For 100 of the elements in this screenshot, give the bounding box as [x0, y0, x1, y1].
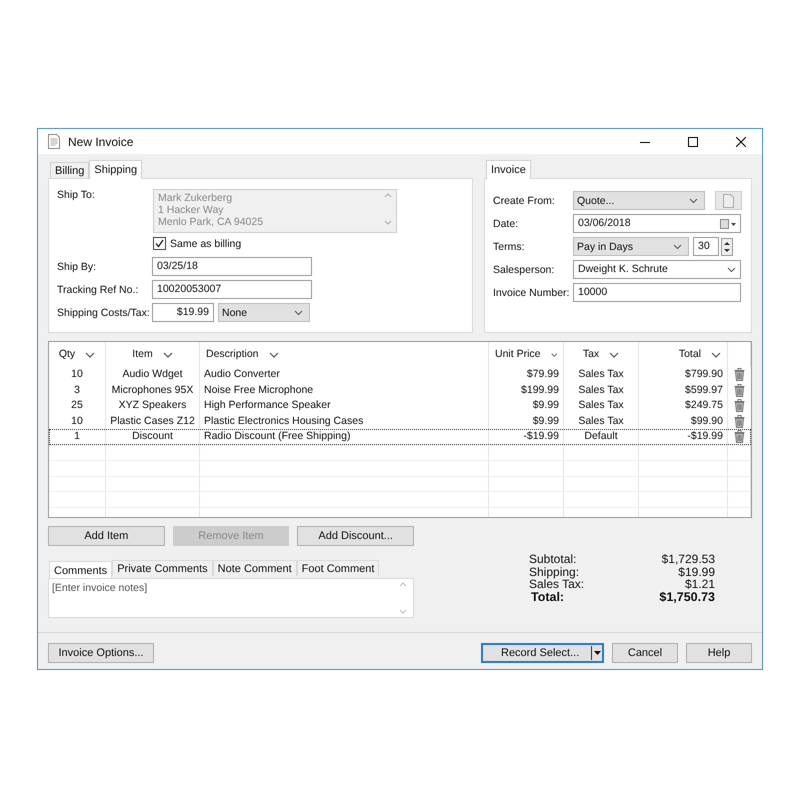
- tab[interactable]: Invoice: [486, 160, 531, 179]
- total-value: $19.99: [678, 566, 715, 578]
- table-cell: High Performance Speaker: [204, 399, 331, 411]
- field-label: Salesperson:: [493, 264, 556, 276]
- trash-icon[interactable]: [734, 414, 745, 428]
- column-header[interactable]: Unit Price: [489, 342, 564, 367]
- tax-dropdown[interactable]: None: [218, 303, 310, 322]
- table-cell: -$19.99: [687, 430, 723, 442]
- caret-icon: [550, 352, 557, 358]
- days-field[interactable]: 30: [693, 237, 719, 256]
- scroll-arrows-icon: [399, 581, 407, 615]
- caret-icon: [727, 266, 736, 272]
- table-row[interactable]: 10 Plastic Cases Z12 Plastic Electronics Housing Cases $9.99 Sales Tax $99.90: [49, 414, 751, 429]
- table-cell: $249.75: [685, 399, 723, 411]
- notes-field[interactable]: [Enter invoice notes]: [48, 578, 414, 618]
- table-cell: Radio Discount (Free Shipping): [204, 430, 350, 442]
- document-icon: [48, 134, 60, 149]
- checkbox-label: Same as billing: [170, 238, 242, 250]
- table-cell: Default: [584, 430, 618, 442]
- caret-icon[interactable]: [591, 646, 601, 660]
- table-row[interactable]: 1 Discount Radio Discount (Free Shipping) -$19.99 Default -$19.99: [49, 429, 751, 444]
- dialog-button[interactable]: Cancel: [612, 643, 678, 663]
- total-value: $1.21: [684, 578, 715, 590]
- table-cell: $599.97: [685, 384, 723, 396]
- tracking-field[interactable]: 10020053007: [152, 280, 312, 299]
- document-icon: [723, 194, 734, 208]
- calendar-icon[interactable]: [720, 218, 736, 228]
- tab[interactable]: Foot Comment: [296, 560, 380, 576]
- scroll-arrows-icon: [384, 192, 392, 226]
- table-cell: Sales Tax: [578, 399, 624, 411]
- field-label: Create From:: [493, 194, 556, 206]
- tab[interactable]: Private Comments: [112, 560, 213, 576]
- table-cell: Audio Wdget: [122, 368, 183, 380]
- terms-dropdown[interactable]: Pay in Days: [573, 237, 689, 256]
- field-label: Ship By:: [57, 260, 98, 272]
- table-cell: Noise Free Microphone: [204, 384, 314, 396]
- table-cell: Sales Tax: [578, 414, 624, 426]
- date-field[interactable]: 03/25/18: [152, 257, 312, 276]
- table-row[interactable]: 10 Audio Wdget Audio Converter $79.99 Sales Tax $799.90: [49, 367, 751, 382]
- table-cell: $9.99: [532, 399, 559, 411]
- tab[interactable]: Billing: [50, 162, 90, 178]
- table-cell: 10: [71, 368, 83, 380]
- tab[interactable]: Note Comment: [212, 560, 297, 576]
- caret-icon: [689, 198, 698, 204]
- spinner-icon[interactable]: [721, 238, 733, 256]
- table-cell: 25: [71, 399, 83, 411]
- table-cell: Discount: [132, 430, 173, 442]
- table-cell: -$19.99: [523, 430, 559, 442]
- caret-icon: [673, 244, 682, 250]
- caret-icon: [711, 352, 721, 358]
- item-button[interactable]: Add Discount...: [297, 526, 414, 546]
- field-label: Date:: [493, 218, 520, 230]
- table-cell: Plastic Electronics Housing Cases: [204, 414, 364, 426]
- table-cell: Sales Tax: [578, 368, 624, 380]
- maximize-icon[interactable]: [688, 136, 698, 146]
- tab[interactable]: Comments: [49, 561, 112, 579]
- table-cell: $9.99: [532, 414, 559, 426]
- field-label: Terms:: [493, 240, 526, 252]
- field-label: Shipping Costs/Tax:: [57, 306, 148, 318]
- amount-field[interactable]: $19.99: [152, 303, 214, 322]
- column-header[interactable]: Item: [106, 342, 200, 367]
- checkbox[interactable]: [153, 237, 166, 250]
- caret-icon: [294, 310, 303, 316]
- trash-icon[interactable]: [734, 430, 745, 444]
- table-cell: 10: [71, 414, 83, 426]
- column-header[interactable]: Qty: [49, 342, 106, 367]
- trash-icon[interactable]: [734, 368, 745, 382]
- close-icon[interactable]: [736, 136, 746, 146]
- caret-icon: [609, 352, 620, 358]
- caret-icon: [268, 352, 279, 358]
- field-label: Tracking Ref No.:: [57, 284, 140, 296]
- total-label: Total:: [530, 590, 564, 603]
- total-label: Sales Tax:: [529, 578, 584, 590]
- window-title: New Invoice: [68, 134, 134, 148]
- table-cell: 3: [74, 384, 80, 396]
- invoice-options-button[interactable]: Invoice Options...: [48, 643, 154, 663]
- trash-icon[interactable]: [734, 384, 745, 397]
- column-header[interactable]: Tax: [564, 342, 639, 367]
- address-line: Mark Zukerberg: [158, 192, 234, 204]
- record-button[interactable]: Record Select...: [481, 643, 604, 663]
- table-row[interactable]: 3 Microphones 95X Noise Free Microphone $199.99 Sales Tax $599.97: [49, 382, 751, 398]
- table-cell: $79.99: [526, 368, 559, 380]
- column-header[interactable]: Description: [200, 342, 489, 367]
- caret-icon: [162, 352, 173, 358]
- table-cell: $799.90: [685, 368, 723, 380]
- total-label: Shipping:: [529, 566, 580, 578]
- table-row[interactable]: 25 XYZ Speakers High Performance Speaker $9.99 Sales Tax $249.75: [49, 398, 751, 414]
- trash-icon[interactable]: [734, 399, 745, 412]
- date-field[interactable]: 03/06/2018: [573, 214, 741, 233]
- invoice-number-field[interactable]: 10000: [573, 283, 741, 302]
- item-button[interactable]: Add Item: [48, 526, 165, 546]
- tab[interactable]: Shipping: [89, 160, 142, 179]
- column-header[interactable]: Total: [639, 342, 728, 367]
- address-line: 1 Hacker Way: [158, 204, 225, 216]
- field-label: Ship To:: [57, 189, 96, 201]
- dialog-button[interactable]: Help: [686, 643, 752, 663]
- address-line: Menlo Park, CA 94025: [158, 216, 264, 228]
- table-cell: Microphones 95X: [112, 384, 194, 396]
- total-value: $1,750.73: [659, 590, 715, 603]
- salesperson-dropdown[interactable]: Dweight K. Schrute: [573, 260, 741, 279]
